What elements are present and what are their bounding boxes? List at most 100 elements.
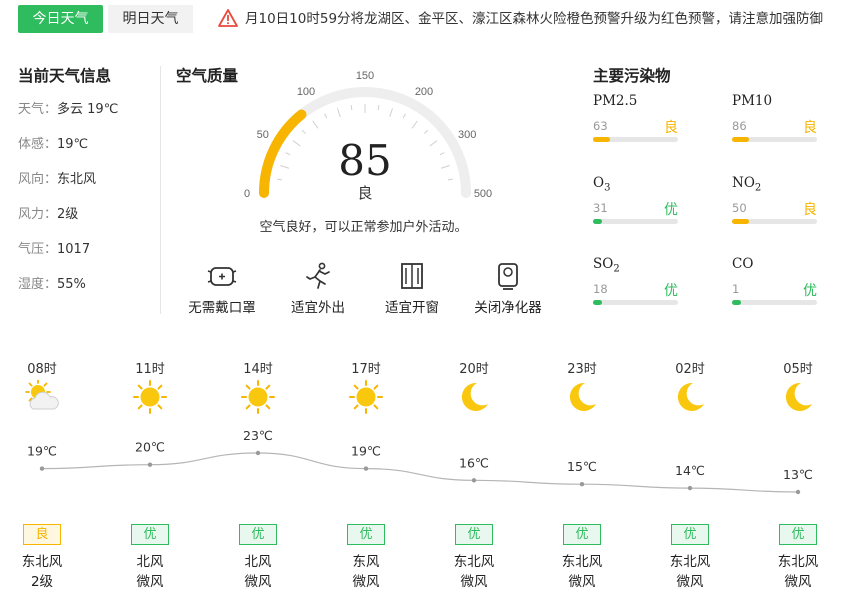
wind-direction: 东北风 bbox=[561, 554, 603, 570]
air-quality-description: 空气良好，可以正常参加户外活动。 bbox=[259, 220, 468, 235]
aqi-badge: 优 bbox=[455, 524, 493, 545]
gauge-tick bbox=[440, 165, 450, 169]
sun-icon bbox=[133, 380, 167, 414]
hourly-item: 08时 bbox=[2, 358, 82, 414]
pollutant-bar-fill bbox=[732, 300, 741, 305]
tip-label: 无需戴口罩 bbox=[188, 300, 256, 316]
hourly-item: 02时 bbox=[650, 358, 730, 414]
temperature-point bbox=[147, 462, 153, 467]
pollutant-item: CO 1 优 bbox=[732, 256, 817, 305]
tip-label: 适宜开窗 bbox=[385, 300, 439, 316]
pollutant-value: 50 bbox=[732, 201, 747, 215]
wind-direction: 东北风 bbox=[777, 554, 819, 570]
pollutant-bar-fill bbox=[593, 219, 602, 224]
pollutant-level: 优 bbox=[664, 202, 678, 218]
wind-info: 东风 微风 bbox=[326, 552, 406, 592]
temperature-point bbox=[795, 489, 801, 495]
hourly-item: 17时 bbox=[326, 358, 406, 414]
hourly-item: 20时 bbox=[434, 358, 514, 414]
tab-today[interactable]: 今日天气 bbox=[18, 5, 103, 33]
gauge-tick bbox=[337, 108, 341, 118]
hourly-item: 05时 bbox=[758, 358, 838, 414]
wind-force-label: 风力： bbox=[18, 207, 58, 222]
gauge-tick bbox=[277, 178, 283, 181]
pollutant-item: PM2.5 63 良 bbox=[593, 93, 678, 142]
pressure-row: 气压：1017 bbox=[18, 238, 90, 257]
gauge-scale-label: 50 bbox=[257, 129, 269, 141]
pressure-label: 气压： bbox=[18, 242, 58, 257]
moon-icon bbox=[461, 382, 488, 411]
air-quality-title: 空气质量 bbox=[176, 67, 239, 85]
warning-ticker[interactable]: 月10日10时59分将龙湖区、金平区、濠江区森林火险橙色预警升级为红色预警，请注… bbox=[245, 5, 844, 33]
wind-force: 微风 bbox=[244, 574, 272, 590]
pollutant-bar bbox=[732, 219, 817, 224]
gauge-scale-label: 150 bbox=[356, 70, 374, 82]
pollutant-name: PM2.5 bbox=[593, 93, 638, 109]
pollutant-bar bbox=[593, 300, 678, 305]
sun-icon bbox=[349, 380, 383, 414]
wind-force-row: 风力：2级 bbox=[18, 203, 78, 222]
partly-cloudy-icon bbox=[25, 380, 59, 410]
sun-icon bbox=[241, 380, 275, 414]
pollutant-value: 18 bbox=[593, 282, 608, 296]
feels-like-value: 19℃ bbox=[57, 137, 89, 152]
pollutant-value: 31 bbox=[593, 201, 608, 215]
wind-force-value: 2级 bbox=[57, 207, 79, 222]
hour-time: 08时 bbox=[27, 362, 57, 377]
wind-direction-label: 风向： bbox=[18, 172, 58, 187]
temperature-curve: 19℃ 20℃ 23℃ 19℃ 16℃ 15℃ 14℃ 13℃ bbox=[27, 428, 813, 495]
wind-direction: 东北风 bbox=[669, 554, 711, 570]
window-icon bbox=[401, 263, 423, 289]
pollutant-bar-fill bbox=[593, 300, 602, 305]
hour-time: 02时 bbox=[675, 362, 705, 377]
pollutant-level: 优 bbox=[803, 283, 817, 299]
moon-icon bbox=[677, 382, 704, 411]
temperature-label: 13℃ bbox=[783, 467, 813, 482]
tip-outdoor: 适宜外出 bbox=[268, 262, 368, 316]
moon-icon bbox=[785, 382, 812, 411]
wind-force: 微风 bbox=[460, 574, 488, 590]
humidity-value: 55% bbox=[57, 277, 86, 292]
gauge-fill bbox=[259, 109, 307, 198]
pollutant-bar-fill bbox=[732, 219, 749, 224]
gauge-scale-label: 300 bbox=[458, 129, 476, 141]
tip-label: 关闭净化器 bbox=[474, 300, 542, 316]
tip-mask: 无需戴口罩 bbox=[172, 262, 272, 316]
section-divider bbox=[160, 66, 161, 314]
aqi-badge: 优 bbox=[563, 524, 601, 545]
pollutant-level: 良 bbox=[803, 202, 817, 218]
wind-direction-value: 东北风 bbox=[57, 172, 97, 187]
pollutant-bar bbox=[732, 137, 817, 142]
pollutant-bar bbox=[593, 219, 678, 224]
hour-time: 14时 bbox=[243, 362, 273, 377]
pollutant-bar bbox=[593, 137, 678, 142]
pollutant-item: NO2 50 良 bbox=[732, 175, 817, 224]
temperature-label: 19℃ bbox=[27, 444, 57, 459]
gauge-scale-label: 0 bbox=[244, 188, 250, 200]
hour-time: 17时 bbox=[351, 362, 381, 377]
pollutant-name: NO2 bbox=[732, 175, 762, 194]
hour-time: 20时 bbox=[459, 362, 489, 377]
gauge-tick bbox=[424, 129, 429, 134]
pollutant-value: 86 bbox=[732, 119, 747, 133]
temperature-point bbox=[255, 450, 261, 456]
gauge-tick bbox=[350, 105, 353, 111]
temperature-point bbox=[363, 466, 369, 471]
hourly-item: 23时 bbox=[542, 358, 622, 414]
feels-like-row: 体感：19℃ bbox=[18, 133, 88, 152]
pollutant-name: SO2 bbox=[593, 256, 620, 275]
tip-purifier: 关闭净化器 bbox=[458, 262, 558, 316]
wind-info: 东北风 微风 bbox=[542, 552, 622, 592]
humidity-label: 湿度： bbox=[18, 277, 58, 292]
hour-time: 23时 bbox=[567, 362, 597, 377]
aqi-level: 良 bbox=[357, 184, 373, 202]
pollutant-bar-fill bbox=[732, 137, 749, 142]
weather-value: 多云 19℃ bbox=[57, 102, 119, 117]
wind-info: 东北风 微风 bbox=[650, 552, 730, 592]
pollutant-value: 1 bbox=[732, 282, 740, 296]
gauge-tick bbox=[411, 120, 418, 129]
hourly-item: 14时 bbox=[218, 358, 298, 414]
temperature-label: 15℃ bbox=[567, 459, 597, 474]
tab-tomorrow[interactable]: 明日天气 bbox=[108, 5, 193, 33]
pollutant-name: CO bbox=[732, 256, 754, 272]
